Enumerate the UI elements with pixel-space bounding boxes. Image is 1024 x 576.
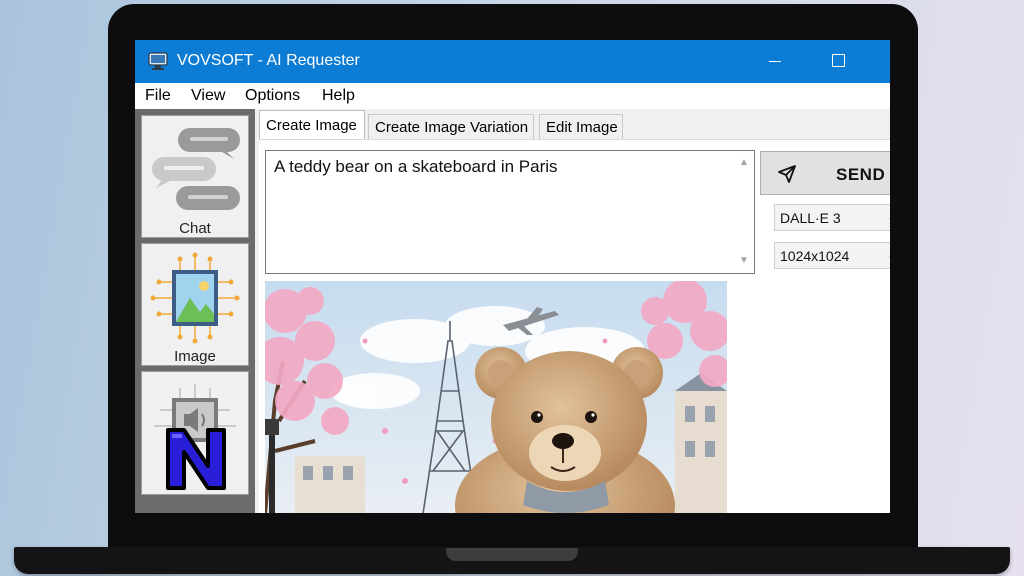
sidebar-item-label: Image	[174, 348, 216, 365]
menu-file[interactable]: File	[145, 87, 171, 105]
minimize-button[interactable]	[752, 40, 798, 83]
sidebar-item-label: Chat	[179, 220, 211, 237]
teddy-bear-paris-image	[265, 281, 727, 513]
prompt-textarea[interactable]: A teddy bear on a skateboard in Paris ▲ …	[265, 150, 755, 274]
sidebar-item-audio[interactable]	[141, 371, 249, 495]
prompt-text: A teddy bear on a skateboard in Paris	[274, 157, 558, 176]
paper-plane-icon	[778, 165, 796, 183]
send-label: SEND	[836, 165, 886, 184]
sidebar-item-chat[interactable]: Chat	[141, 115, 249, 238]
menu-view[interactable]: View	[191, 87, 225, 105]
tab-create-image-variation[interactable]: Create Image Variation	[368, 114, 534, 140]
send-button[interactable]: SEND	[760, 151, 890, 195]
window-title: VOVSOFT - AI Requester	[177, 52, 360, 69]
model-select-value: DALL·E 3	[780, 210, 841, 226]
chevron-down-icon: ⌄	[887, 248, 890, 262]
tab-edit-image[interactable]: Edit Image	[539, 114, 623, 140]
maximize-button[interactable]	[816, 40, 862, 83]
chevron-down-icon: ⌄	[887, 210, 890, 224]
menu-help[interactable]: Help	[322, 87, 355, 105]
scroll-down-arrow-icon[interactable]: ▼	[738, 255, 750, 267]
title-bar: VOVSOFT - AI Requester	[135, 40, 890, 83]
app-icon	[148, 52, 168, 70]
menu-options[interactable]: Options	[245, 87, 300, 105]
tab-bar: Create Image Create Image Variation Edit…	[259, 110, 890, 141]
laptop-notch	[446, 548, 578, 561]
ai-image-icon	[150, 252, 240, 344]
size-select-value: 1024x1024	[780, 248, 850, 264]
tab-create-image[interactable]: Create Image	[259, 110, 365, 141]
client-area: Chat Image Create Image Create Image Var…	[135, 109, 890, 513]
generated-image	[265, 281, 727, 513]
sidebar-item-image[interactable]: Image	[141, 243, 249, 366]
size-select[interactable]: 1024x1024 ⌄	[774, 242, 890, 269]
n-logo-icon	[166, 428, 226, 490]
sidebar: Chat Image	[135, 109, 255, 513]
chat-bubbles-icon	[152, 128, 240, 210]
model-select[interactable]: DALL·E 3 ⌄	[774, 204, 890, 231]
menu-bar: File View Options Help	[135, 83, 890, 109]
scroll-up-arrow-icon[interactable]: ▲	[738, 157, 750, 169]
create-image-panel: A teddy bear on a skateboard in Paris ▲ …	[259, 139, 890, 513]
app-window: VOVSOFT - AI Requester File View Options…	[135, 40, 890, 513]
